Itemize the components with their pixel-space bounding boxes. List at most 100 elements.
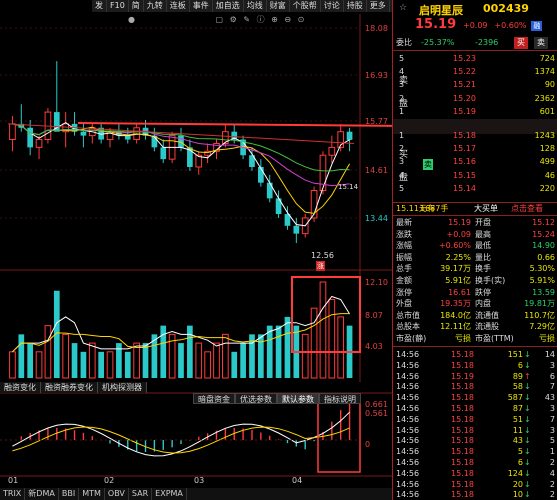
stock-name: 启明星辰	[419, 4, 463, 17]
stat-value: 15.19	[448, 218, 471, 227]
ask-row[interactable]: 3 15.21 90	[393, 79, 557, 91]
indicator-tab[interactable]: 优选参数	[235, 393, 277, 404]
candle-body	[346, 131, 353, 140]
bid-row[interactable]: 3 15.16 499	[393, 156, 557, 168]
volume-bar	[9, 351, 16, 379]
last-price: 15.19	[415, 17, 457, 32]
stat-row: 总市值 184.0亿 流通值 110.7亿	[393, 310, 557, 322]
stat-key: 量比	[475, 252, 491, 262]
candle-body	[9, 123, 16, 141]
volume-bar	[116, 343, 122, 378]
candle-body	[35, 139, 43, 148]
candle-body	[319, 154, 327, 192]
stat-value: 15.12	[532, 218, 555, 227]
volume-axis-label-1: 8.07	[365, 311, 383, 320]
divider	[393, 215, 557, 216]
volume-bar	[35, 351, 43, 379]
stat-value: 5.30%	[529, 264, 555, 274]
stat-key: 振幅	[396, 252, 412, 262]
stat-key: 流通股	[475, 322, 499, 332]
change-abs: +0.09	[463, 21, 488, 30]
indicator-selector-tab[interactable]: EXPMA	[152, 488, 187, 500]
ask-row[interactable]: 2 15.20 2362	[393, 93, 557, 105]
kline-svg[interactable]	[0, 0, 392, 500]
indicator-selector-tab[interactable]: SAR	[129, 488, 153, 500]
indicator-selector-tab[interactable]: 新DMA	[25, 488, 59, 500]
stat-value: 15.24	[532, 229, 555, 239]
volume-bar	[319, 281, 327, 379]
indicator-selector-tab[interactable]: OBV	[105, 488, 129, 500]
stat-value: 5.91%	[529, 276, 555, 285]
stat-row: 涨跌 +0.09 最高 15.24	[393, 229, 557, 241]
stat-value: 2.25%	[445, 252, 471, 262]
tick-volume: 10	[512, 490, 523, 500]
tick-count: 2	[549, 490, 555, 500]
indicator-selector-tab[interactable]: TRIX	[0, 488, 26, 500]
indicator-tab[interactable]: 指标说明	[319, 393, 361, 404]
indicator-dif-line	[12, 411, 350, 457]
date-label-1: 02	[104, 476, 115, 485]
bid-row[interactable]: 4 15.15 46	[393, 170, 557, 182]
ratio-diff: -2396	[475, 38, 499, 47]
price-axis-label-2: 15.77	[365, 117, 388, 126]
low-price-label: 12.56	[311, 251, 334, 260]
volume-bar	[133, 342, 140, 379]
stat-key: 总手	[396, 264, 412, 274]
indicator-selector-tab[interactable]: BBI	[59, 488, 80, 500]
date-label-3: 04	[292, 476, 303, 485]
ask-volume: 2362	[534, 93, 555, 103]
chart-tab[interactable]: 机构探测器	[98, 382, 147, 393]
divider	[393, 50, 557, 51]
volume-bar	[18, 334, 25, 378]
ask-row[interactable]: 1 15.19 601	[393, 106, 557, 118]
stat-value: 亏损	[539, 334, 555, 343]
buy-button[interactable]: 买	[514, 37, 528, 49]
stat-key: 最新	[396, 218, 412, 227]
candle-body	[293, 225, 300, 234]
volume-bar	[266, 325, 273, 378]
tick-price: 15.18	[451, 490, 474, 500]
bid-row[interactable]: 5 15.14 220	[393, 183, 557, 195]
volume-bar	[195, 342, 203, 379]
price-line: 15.19 +0.09 +0.60% 融	[415, 17, 543, 32]
ask-row[interactable]: 4 15.22 1374	[393, 66, 557, 78]
tick-row: 14:56 15.18 10 2 ↓	[393, 489, 557, 500]
change-pct: +0.60%	[494, 21, 527, 30]
stat-key: 流通值	[475, 310, 499, 320]
volume-bar	[106, 351, 114, 379]
volume-axis-label-2: 4.03	[365, 342, 383, 351]
sell-button[interactable]: 卖	[534, 37, 548, 49]
star-icon[interactable]: ☆	[399, 3, 407, 13]
chart-tab[interactable]: 融资融券变化	[41, 382, 98, 393]
stat-value: 184.0亿	[440, 310, 471, 320]
bid-price: 15.15	[453, 170, 476, 180]
stat-row: 涨幅 +0.60% 最低 14.90	[393, 240, 557, 252]
bid-row[interactable]: 1 15.18 1243	[393, 130, 557, 142]
bid-sell-tag: 卖	[423, 159, 433, 170]
indicator-tab[interactable]: 默认参数	[277, 393, 319, 404]
annotation-arrow-line	[77, 122, 392, 127]
indicator-selector-tabs: TRIX 新DMA BBI MTM OBV SAR EXPMA	[0, 488, 392, 500]
volume-bar	[178, 343, 184, 378]
stat-row: 振幅 2.25% 量比 0.66	[393, 252, 557, 264]
chart-tab[interactable]: 融资变化	[0, 382, 41, 393]
stat-key: 涨幅	[396, 241, 412, 251]
candle-body	[266, 182, 273, 199]
indicator-selector-tab[interactable]: MTM	[79, 488, 105, 500]
indicator-tab[interactable]: 暗盘资金	[193, 393, 235, 404]
arrow-down-icon: ↓	[524, 490, 531, 500]
bid-volume: 128	[539, 144, 555, 154]
volume-bar	[213, 342, 220, 379]
stat-key: 市盈(TTM)	[475, 334, 514, 343]
stat-value: +0.60%	[438, 241, 471, 251]
stat-value: 13.59	[532, 287, 555, 297]
ask-volume: 724	[539, 54, 555, 63]
ask-row[interactable]: 5 15.23 724	[393, 53, 557, 65]
stat-row: 总手 39.17万 换手 5.30%	[393, 263, 557, 275]
bid-row[interactable]: 2 15.17 128	[393, 143, 557, 155]
stat-key: 开盘	[475, 218, 491, 227]
tick-time: 14:56	[396, 490, 420, 500]
big-order-link[interactable]: 点击查看	[511, 203, 543, 215]
kline-chart-area[interactable]: 发 F10 简九转 连板 事件 加自选 均线 财富 个股帮 讨论 持股 更多 ● ▢ ⚙ ✎ ⓘ ⊕ …	[0, 0, 392, 500]
ask-volume: 90	[544, 80, 555, 90]
